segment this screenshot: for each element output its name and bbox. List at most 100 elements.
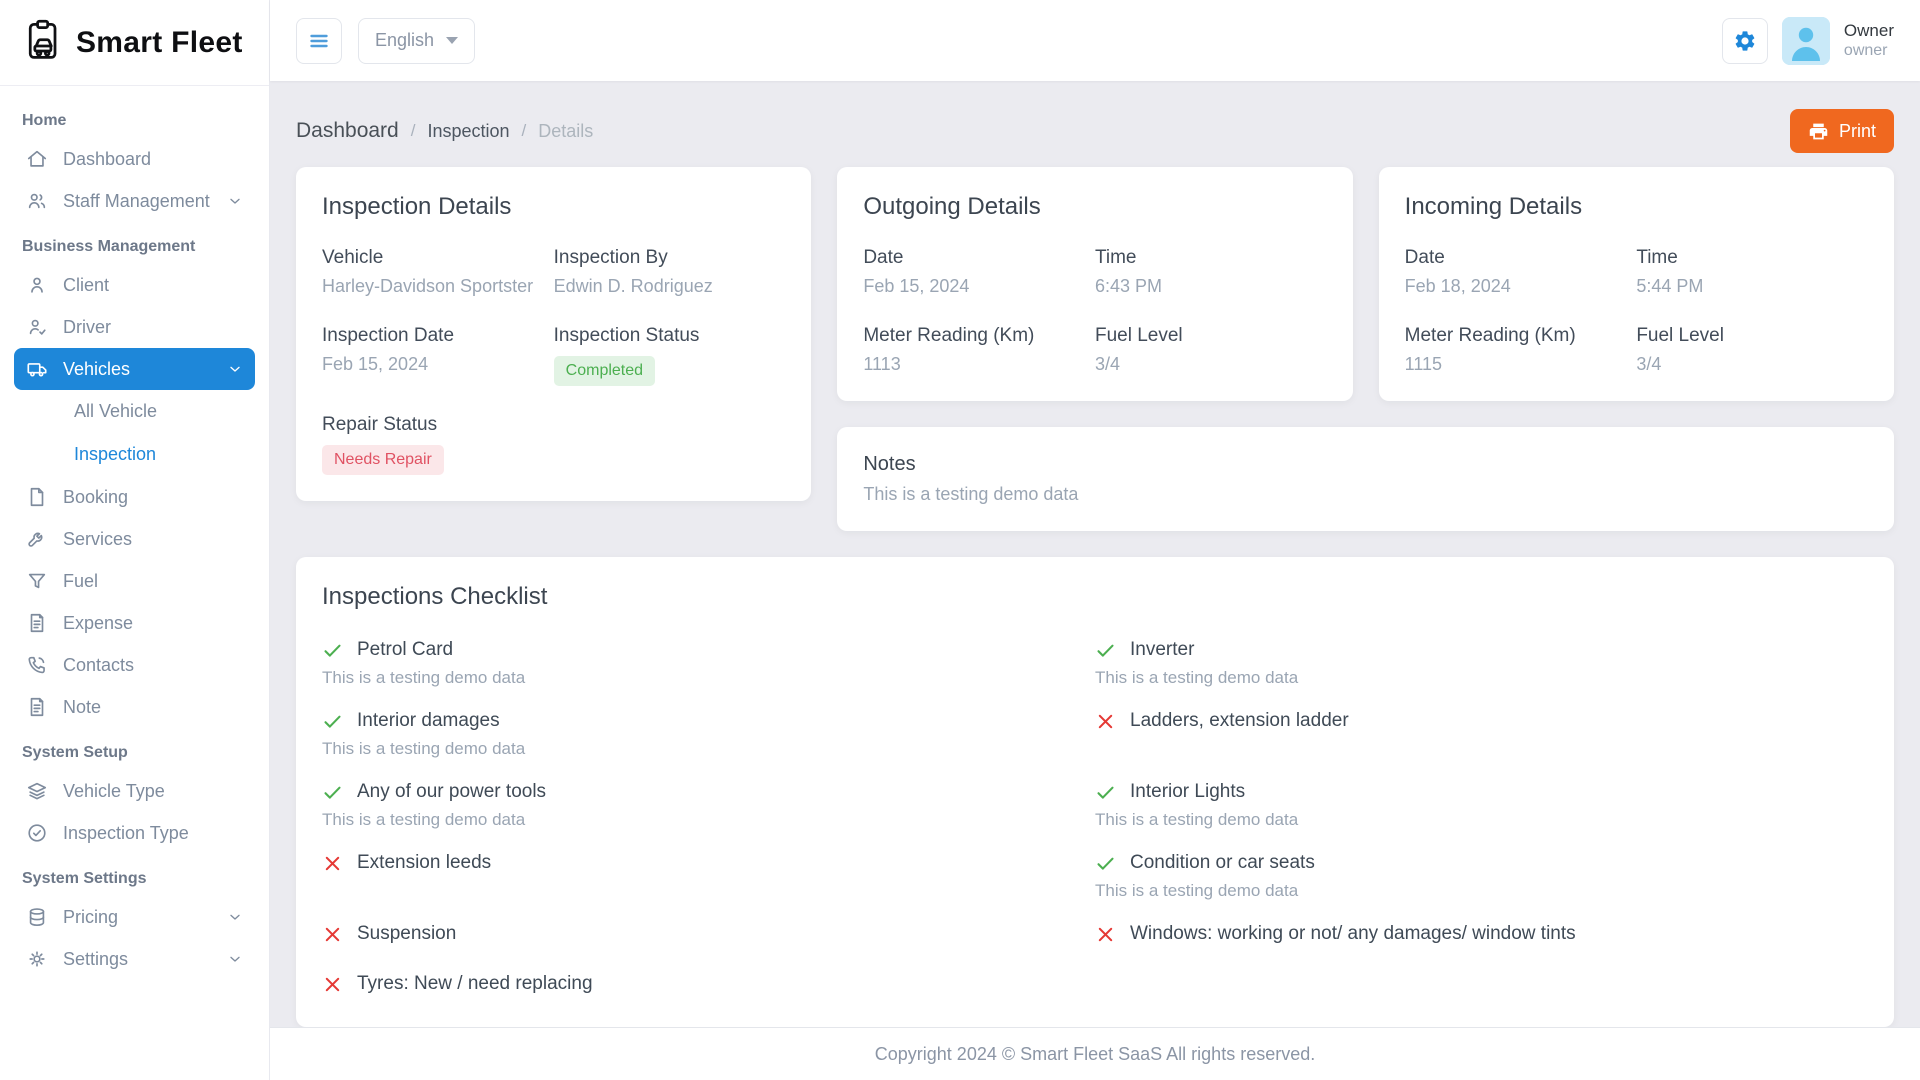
person-icon [26, 274, 48, 296]
gear-icon [26, 948, 48, 970]
sidebar-item-label: Vehicle Type [63, 781, 165, 802]
checklist-item-note: This is a testing demo data [1095, 810, 1868, 830]
sidebar-item-label: Inspection Type [63, 823, 189, 844]
field-label: Inspection By [554, 247, 786, 269]
checklist-item: Windows: working or not/ any damages/ wi… [1095, 923, 1868, 951]
checklist-item-note: This is a testing demo data [322, 810, 1095, 830]
field-outgoing-time: Time 6:43 PM [1095, 247, 1327, 297]
field-incoming-meter: Meter Reading (Km) 1115 [1405, 325, 1637, 375]
checklist-item-label: Petrol Card [357, 639, 453, 661]
gear-icon [1733, 29, 1757, 53]
field-value: 5:44 PM [1636, 276, 1868, 297]
avatar[interactable] [1782, 17, 1830, 65]
sidebar-item-fuel[interactable]: Fuel [14, 560, 255, 602]
brand-name: Smart Fleet [76, 26, 243, 60]
check-icon [1095, 640, 1116, 661]
field-label: Vehicle [322, 247, 554, 269]
print-button[interactable]: Print [1790, 109, 1894, 153]
checklist-item-label: Windows: working or not/ any damages/ wi… [1130, 923, 1576, 945]
sidebar-item-label: Expense [63, 613, 133, 634]
copyright-text: Copyright 2024 © Smart Fleet SaaS All ri… [875, 1044, 1315, 1065]
sidebar-item-settings[interactable]: Settings [14, 938, 255, 980]
breadcrumb-dashboard[interactable]: Dashboard [296, 119, 399, 143]
sidebar-item-label: Fuel [63, 571, 98, 592]
breadcrumb-inspection[interactable]: Inspection [427, 121, 509, 142]
sidebar-item-driver[interactable]: Driver [14, 306, 255, 348]
language-dropdown[interactable]: English [358, 18, 475, 64]
checklist-item-label: Condition or car seats [1130, 852, 1315, 874]
checklist-item: Interior damages This is a testing demo d… [322, 710, 1095, 759]
repair-status-badge: Needs Repair [322, 445, 444, 475]
card-title: Incoming Details [1405, 193, 1868, 221]
sidebar-item-vehicle-type[interactable]: Vehicle Type [14, 770, 255, 812]
x-icon [322, 853, 343, 874]
field-value: 3/4 [1095, 354, 1327, 375]
sidebar-item-pricing[interactable]: Pricing [14, 896, 255, 938]
nav-section-system-settings: System Settings [14, 854, 255, 896]
chevron-down-icon [227, 909, 243, 925]
sidebar-item-client[interactable]: Client [14, 264, 255, 306]
field-vehicle: Vehicle Harley-Davidson Sportster [322, 247, 554, 297]
chevron-down-icon [227, 951, 243, 967]
field-incoming-time: Time 5:44 PM [1636, 247, 1868, 297]
sidebar-item-label: Note [63, 697, 101, 718]
field-label: Date [1405, 247, 1637, 269]
breadcrumb: Dashboard / Inspection / Details Print [296, 99, 1894, 163]
sidebar-item-expense[interactable]: Expense [14, 602, 255, 644]
field-label: Inspection Date [322, 325, 554, 347]
menu-toggle-button[interactable] [296, 18, 342, 64]
check-icon [1095, 853, 1116, 874]
checklist-item-label: Ladders, extension ladder [1130, 710, 1349, 732]
sidebar-item-contacts[interactable]: Contacts [14, 644, 255, 686]
breadcrumb-details: Details [538, 121, 593, 142]
checklist-item-label: Tyres: New / need replacing [357, 973, 593, 995]
sidebar-item-vehicles[interactable]: Vehicles [14, 348, 255, 390]
field-outgoing-date: Date Feb 15, 2024 [863, 247, 1095, 297]
checklist-item-label: Interior damages [357, 710, 500, 732]
sidebar-item-booking[interactable]: Booking [14, 476, 255, 518]
brand[interactable]: Smart Fleet [0, 0, 269, 86]
caret-down-icon [446, 37, 458, 44]
truck-icon [26, 358, 48, 380]
checklist-item-label: Extension leeds [357, 852, 491, 874]
sidebar-item-staff-management[interactable]: Staff Management [14, 180, 255, 222]
sidebar: Smart Fleet Home Dashboard Staff Managem… [0, 0, 270, 1080]
wrench-icon [26, 528, 48, 550]
sidebar-item-inspection-type[interactable]: Inspection Type [14, 812, 255, 854]
sidebar-subitem-inspection[interactable]: Inspection [14, 433, 255, 476]
user-avatar-icon [1782, 17, 1830, 65]
field-outgoing-meter: Meter Reading (Km) 1113 [863, 325, 1095, 375]
house-icon [26, 148, 48, 170]
checklist-item: Extension leeds [322, 852, 1095, 901]
sidebar-item-dashboard[interactable]: Dashboard [14, 138, 255, 180]
field-value: 6:43 PM [1095, 276, 1327, 297]
app-root: Smart Fleet Home Dashboard Staff Managem… [0, 0, 1920, 1080]
field-label: Time [1636, 247, 1868, 269]
checklist-item-note: This is a testing demo data [322, 739, 1095, 759]
checklist-item-label: Any of our power tools [357, 781, 546, 803]
notes-card: Notes This is a testing demo data [837, 427, 1894, 531]
field-label: Meter Reading (Km) [1405, 325, 1637, 347]
checklist-item: Interior LightsThis is a testing demo da… [1095, 781, 1868, 830]
outgoing-details-card: Outgoing Details Date Feb 15, 2024 Time … [837, 167, 1352, 401]
field-label: Date [863, 247, 1095, 269]
checklist-item: InverterThis is a testing demo data [1095, 639, 1868, 688]
checklist-item: Petrol CardThis is a testing demo data [322, 639, 1095, 688]
sidebar-item-label: Settings [63, 949, 128, 970]
x-icon [322, 924, 343, 945]
main-area: English Owner owner [270, 0, 1920, 1080]
settings-button[interactable] [1722, 18, 1768, 64]
nav-section-home: Home [14, 96, 255, 138]
field-incoming-date: Date Feb 18, 2024 [1405, 247, 1637, 297]
checklist-item: Tyres: New / need replacing [322, 973, 1095, 1001]
notes-text: This is a testing demo data [863, 484, 1868, 505]
check-icon [1095, 782, 1116, 803]
sidebar-subitem-all-vehicle[interactable]: All Vehicle [14, 390, 255, 433]
sidebar-item-label: Driver [63, 317, 111, 338]
field-value: 1115 [1405, 354, 1637, 375]
checklist-item-note: This is a testing demo data [1095, 881, 1868, 901]
sidebar-item-services[interactable]: Services [14, 518, 255, 560]
field-inspection-status: Inspection Status Completed [554, 325, 786, 386]
field-label: Time [1095, 247, 1327, 269]
sidebar-item-note[interactable]: Note [14, 686, 255, 728]
